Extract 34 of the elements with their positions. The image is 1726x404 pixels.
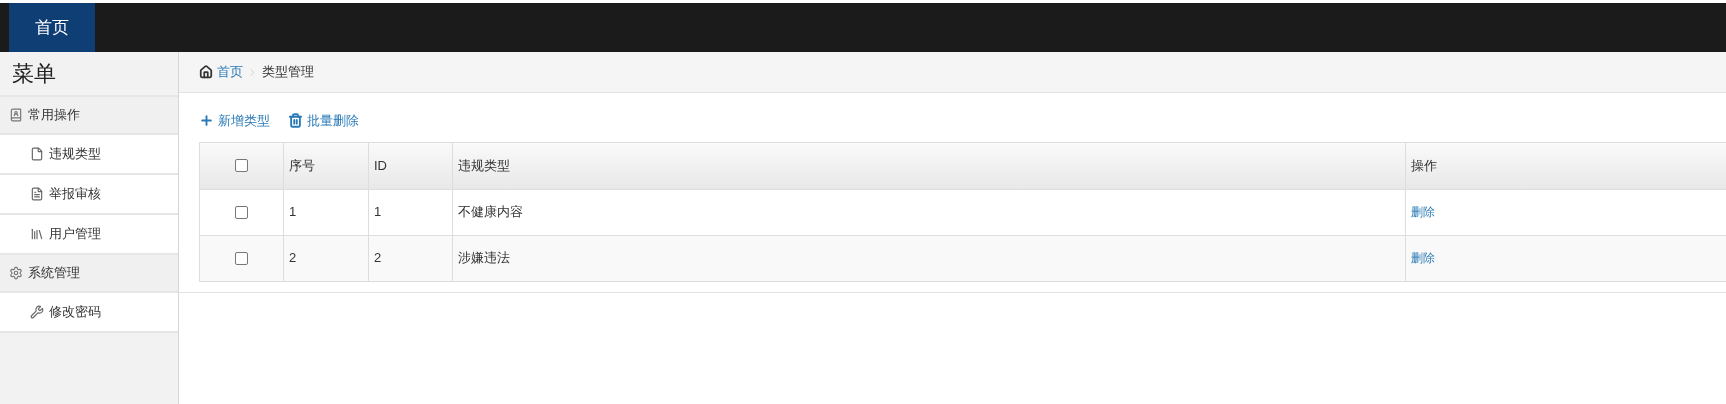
file-icon: [30, 147, 44, 161]
column-header: 序号: [284, 142, 369, 189]
column-header: 操作: [1410, 156, 1438, 175]
sidebar-item[interactable]: 用户管理: [0, 215, 178, 255]
checkbox[interactable]: [235, 251, 248, 265]
table-cell: 2: [284, 235, 369, 281]
notebook-icon: [9, 108, 23, 122]
toolbar-button[interactable]: 新增类型: [199, 111, 270, 131]
document-icon: [30, 187, 44, 201]
table-cell: 1: [284, 189, 369, 235]
sidebar-item[interactable]: 违规类型: [0, 135, 178, 175]
books-icon: [30, 227, 44, 241]
column-header: ID: [369, 142, 453, 189]
settings-icon: [9, 266, 23, 280]
sidebar-item[interactable]: 修改密码: [0, 293, 178, 333]
plus-icon: [199, 113, 214, 129]
table-cell: 2: [369, 235, 453, 281]
home-icon: [199, 65, 213, 79]
table-cell: 不健康内容: [453, 189, 1406, 235]
trash-icon: [288, 113, 303, 129]
breadcrumb-current: 类型管理: [262, 63, 314, 82]
delete-link[interactable]: 删除: [1411, 203, 1435, 221]
sidebar-title: 菜单: [12, 60, 56, 88]
checkbox[interactable]: [235, 205, 248, 219]
delete-link[interactable]: 删除: [1411, 249, 1435, 267]
column-header: 违规类型: [453, 142, 1406, 189]
toolbar-button[interactable]: 批量删除: [288, 111, 359, 131]
table-cell: 1: [369, 189, 453, 235]
breadcrumb-link[interactable]: 首页: [217, 62, 243, 82]
nav-tab[interactable]: 首页: [9, 3, 95, 52]
wrench-icon: [30, 305, 44, 319]
sidebar-item[interactable]: 举报审核: [0, 175, 178, 215]
checkbox[interactable]: [235, 159, 248, 172]
table-cell: 涉嫌违法: [453, 235, 1406, 281]
